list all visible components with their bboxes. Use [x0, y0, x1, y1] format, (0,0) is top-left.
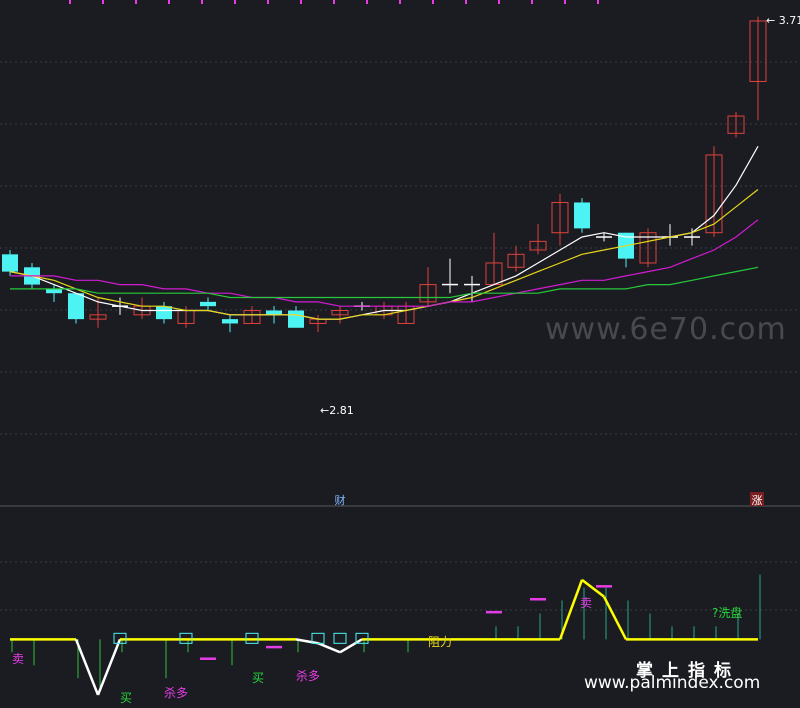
signal-line-segment — [317, 642, 341, 654]
zu-li-label: 阻力 — [428, 635, 452, 649]
sha-duo-label: 杀多 — [164, 685, 188, 700]
low-price-label: ←2.81 — [320, 404, 354, 417]
signal-box — [333, 632, 347, 644]
caption-zhang: 涨 — [752, 494, 763, 507]
candle-body — [574, 202, 590, 229]
signal-line-segment — [295, 638, 319, 645]
ma-line — [9, 189, 759, 320]
signal-line-segment — [602, 596, 628, 640]
sha-duo-label: 杀多 — [296, 668, 320, 683]
signal-line-segment — [581, 578, 605, 598]
caption-cai: 财 — [335, 493, 346, 507]
watermark-center: www.6e70.com — [545, 312, 787, 347]
high-price-label: ← 3.71 — [766, 14, 800, 27]
signal-line-segment — [74, 638, 100, 696]
signal-line-segment — [339, 638, 363, 654]
main-panel: ← 3.71 ←2.81 财 涨 — [2, 14, 800, 507]
watermark-url: www.palmindex.com — [584, 673, 761, 693]
candle-body — [222, 319, 238, 324]
signal-line-segment — [96, 638, 122, 696]
signal-line-segment — [558, 579, 584, 640]
buy-label: 买 — [252, 671, 264, 685]
kline-chart: ← 3.71←2.81财涨 卖买 杀多买 杀多阻力卖?洗盘 — [0, 0, 800, 705]
sell-label-left: 卖 — [12, 652, 24, 666]
candle-body — [266, 310, 282, 315]
candle-body — [68, 293, 84, 320]
sell-label-right: 卖 — [580, 596, 592, 610]
candle-body — [200, 301, 216, 307]
candle-body — [156, 306, 172, 320]
candle-body — [288, 310, 304, 328]
xi-pan-label: ?洗盘 — [712, 605, 742, 620]
buy-label: 买 — [120, 691, 132, 705]
candle-body — [46, 288, 62, 294]
candle-body — [2, 254, 18, 272]
